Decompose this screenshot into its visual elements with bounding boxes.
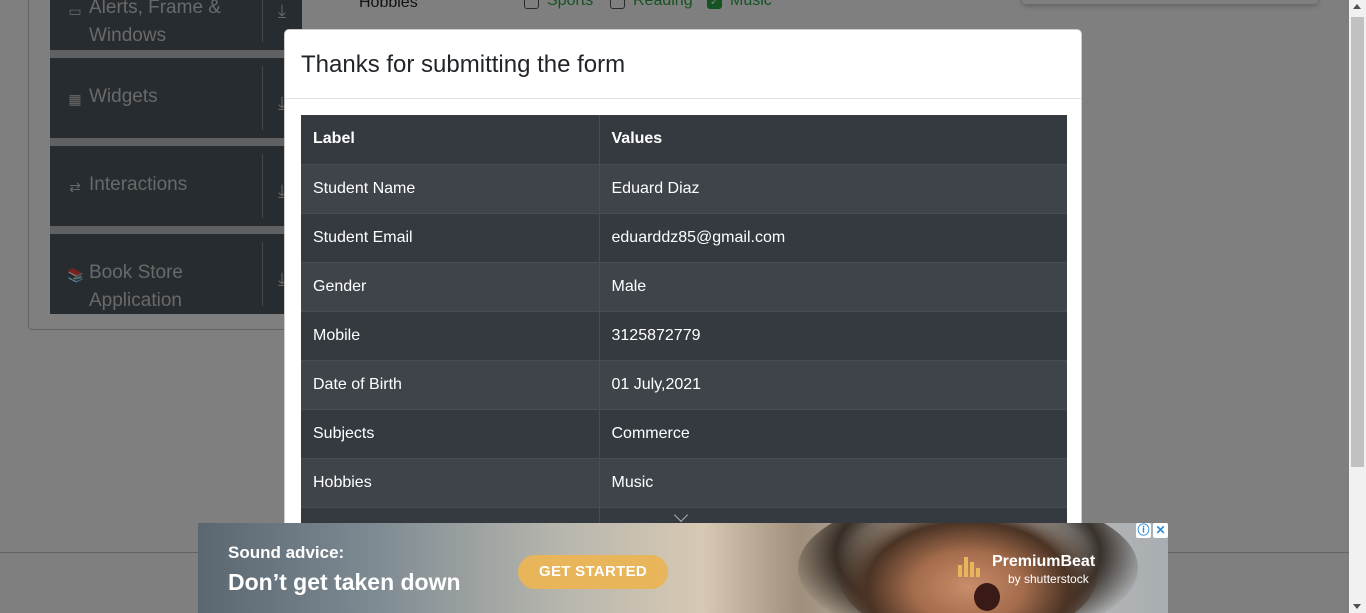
table-row: Gender Male bbox=[301, 261, 1067, 311]
table-row: Mobile 3125872779 bbox=[301, 310, 1067, 360]
ad-brand-byline: by shutterstock bbox=[1008, 572, 1089, 586]
get-started-button[interactable]: GET STARTED bbox=[518, 555, 668, 589]
row-value: Music bbox=[599, 457, 1067, 507]
scroll-down-icon[interactable] bbox=[1353, 604, 1361, 609]
equalizer-icon bbox=[958, 555, 986, 577]
table-row: Subjects Commerce bbox=[301, 408, 1067, 458]
page-scrollbar[interactable] bbox=[1349, 0, 1366, 613]
scrollbar-thumb[interactable] bbox=[1351, 17, 1364, 467]
row-label: Gender bbox=[301, 261, 600, 311]
row-value: eduarddz85@gmail.com bbox=[599, 212, 1067, 262]
table-row: Student Name Eduard Diaz bbox=[301, 163, 1067, 213]
modal-body: Label Values Student Name Eduard Diaz St… bbox=[285, 99, 1081, 556]
row-value: Commerce bbox=[599, 408, 1067, 458]
row-label: Student Email bbox=[301, 212, 600, 262]
column-header-label: Label bbox=[301, 115, 600, 165]
ad-controls: ⓘ ✕ bbox=[1136, 523, 1168, 539]
row-label: Mobile bbox=[301, 310, 600, 360]
scroll-up-icon[interactable] bbox=[1353, 4, 1361, 9]
modal-title: Thanks for submitting the form bbox=[301, 51, 626, 78]
ad-brand-name: PremiumBeat bbox=[992, 553, 1096, 570]
row-value: Male bbox=[599, 261, 1067, 311]
row-label: Hobbies bbox=[301, 457, 600, 507]
row-label: Student Name bbox=[301, 163, 600, 213]
close-icon[interactable]: ✕ bbox=[1153, 523, 1168, 538]
row-label: Date of Birth bbox=[301, 359, 600, 409]
row-value: 3125872779 bbox=[599, 310, 1067, 360]
modal-header: Thanks for submitting the form bbox=[285, 30, 1081, 99]
ad-banner[interactable]: Sound advice: Don’t get taken down GET S… bbox=[198, 523, 1168, 613]
results-table: Label Values Student Name Eduard Diaz St… bbox=[301, 115, 1067, 556]
table-header-row: Label Values bbox=[301, 115, 1067, 165]
table-row: Student Email eduarddz85@gmail.com bbox=[301, 212, 1067, 262]
table-row: Hobbies Music bbox=[301, 457, 1067, 507]
ad-photo-mouth bbox=[974, 583, 1000, 611]
info-icon[interactable]: ⓘ bbox=[1136, 523, 1151, 538]
row-value: 01 July,2021 bbox=[599, 359, 1067, 409]
row-label: Subjects bbox=[301, 408, 600, 458]
row-value: Eduard Diaz bbox=[599, 163, 1067, 213]
ad-headline-large: Don’t get taken down bbox=[228, 569, 461, 595]
column-header-values: Values bbox=[599, 115, 1067, 165]
table-row: Date of Birth 01 July,2021 bbox=[301, 359, 1067, 409]
ad-headline-small: Sound advice: bbox=[228, 543, 345, 562]
